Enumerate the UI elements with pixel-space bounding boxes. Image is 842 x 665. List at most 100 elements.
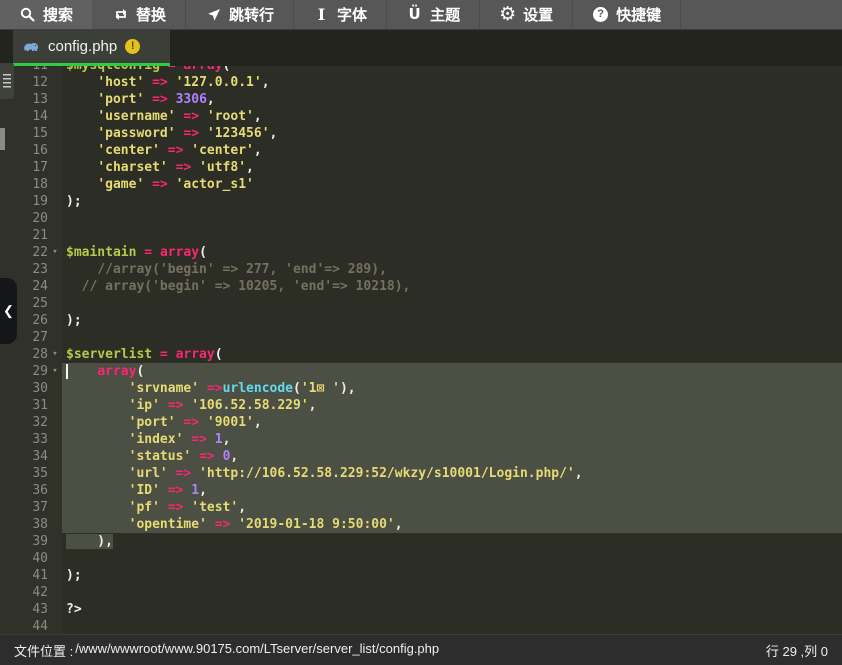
code-line[interactable]: 22▾$maintain = array( [0, 244, 842, 261]
code-token [168, 160, 176, 175]
line-number[interactable]: 23 [0, 261, 48, 278]
line-number[interactable]: 40 [0, 550, 48, 567]
line-number[interactable]: 39 [0, 533, 48, 550]
tab-config-php[interactable]: config.php ! [13, 29, 170, 66]
line-number[interactable]: 33 [0, 431, 48, 448]
code-text: 'index' => 1, [62, 431, 842, 448]
code-token [152, 347, 160, 362]
code-line[interactable]: 26); [0, 312, 842, 329]
code-line[interactable]: 24 // array('begin' => 10205, 'end'=> 10… [0, 278, 842, 295]
code-token [66, 415, 129, 430]
toolbar-item-settings[interactable]: ⚙设置 [480, 0, 573, 29]
code-token [144, 75, 152, 90]
toolbar-item-search[interactable]: 搜索 [0, 0, 93, 29]
line-number[interactable]: 17 [0, 159, 48, 176]
code-line[interactable]: 18 'game' => 'actor_s1' [0, 176, 842, 193]
code-token [168, 75, 176, 90]
line-number[interactable]: 34 [0, 448, 48, 465]
fold-icon[interactable]: ▾ [48, 363, 62, 380]
line-number[interactable]: 37 [0, 499, 48, 516]
code-line[interactable]: 36 'ID' => 1, [0, 482, 842, 499]
line-number[interactable]: 21 [0, 227, 48, 244]
code-line[interactable]: 42 [0, 584, 842, 601]
code-line[interactable]: 43?> [0, 601, 842, 618]
code-token [215, 449, 223, 464]
fold-icon[interactable]: ▾ [48, 244, 62, 261]
code-line[interactable]: 20 [0, 210, 842, 227]
code-line[interactable]: 19); [0, 193, 842, 210]
code-line[interactable]: 14 'username' => 'root', [0, 108, 842, 125]
code-token: 'actor_s1' [176, 177, 254, 192]
code-line[interactable]: 29▾ array( [0, 363, 842, 380]
line-number[interactable]: 20 [0, 210, 48, 227]
code-line[interactable]: 12 'host' => '127.0.0.1', [0, 74, 842, 91]
line-number[interactable]: 18 [0, 176, 48, 193]
code-token: , [223, 432, 231, 447]
code-token: 'opentime' [129, 517, 207, 532]
line-number[interactable]: 38 [0, 516, 48, 533]
code-line[interactable]: 41); [0, 567, 842, 584]
code-line[interactable]: 15 'password' => '123456', [0, 125, 842, 142]
line-number[interactable]: 22 [0, 244, 48, 261]
code-token: $serverlist [66, 347, 152, 362]
line-number[interactable]: 41 [0, 567, 48, 584]
code-line[interactable]: 13 'port' => 3306, [0, 91, 842, 108]
line-number[interactable]: 36 [0, 482, 48, 499]
code-token [207, 432, 215, 447]
code-line[interactable]: 37 'pf' => 'test', [0, 499, 842, 516]
code-token [66, 109, 97, 124]
line-number[interactable]: 15 [0, 125, 48, 142]
code-line[interactable]: 35 'url' => 'http://106.52.58.229:52/wkz… [0, 465, 842, 482]
toolbar-item-replace[interactable]: 替换 [93, 0, 186, 29]
code-text [62, 329, 842, 346]
line-number[interactable]: 35 [0, 465, 48, 482]
code-line[interactable]: 38 'opentime' => '2019-01-18 9:50:00', [0, 516, 842, 533]
text-cursor [66, 364, 68, 379]
code-token: 'game' [97, 177, 144, 192]
line-number[interactable]: 30 [0, 380, 48, 397]
line-number[interactable]: 19 [0, 193, 48, 210]
code-line[interactable]: 21 [0, 227, 842, 244]
code-line[interactable]: 17 'charset' => 'utf8', [0, 159, 842, 176]
line-number[interactable]: 16 [0, 142, 48, 159]
code-editor[interactable]: 11$mysqlconfig = array(12 'host' => '127… [0, 29, 842, 634]
code-line[interactable]: 27 [0, 329, 842, 346]
code-line[interactable]: 30 'srvname' =>urlencode('1⊠ '), [0, 380, 842, 397]
line-number[interactable]: 14 [0, 108, 48, 125]
line-number[interactable]: 43 [0, 601, 48, 618]
code-line[interactable]: 31 'ip' => '106.52.58.229', [0, 397, 842, 414]
code-token: , [395, 517, 403, 532]
file-tree-tab[interactable] [0, 63, 14, 99]
code-line[interactable]: 33 'index' => 1, [0, 431, 842, 448]
code-line[interactable]: 39 ), [0, 533, 842, 550]
code-token: 'port' [129, 415, 176, 430]
code-text: // array('begin' => 10205, 'end'=> 10218… [62, 278, 842, 295]
line-number[interactable]: 28 [0, 346, 48, 363]
line-number[interactable]: 32 [0, 414, 48, 431]
code-line[interactable]: 16 'center' => 'center', [0, 142, 842, 159]
code-token: ); [66, 313, 82, 328]
line-number[interactable]: 31 [0, 397, 48, 414]
code-line[interactable]: 34 'status' => 0, [0, 448, 842, 465]
code-text: ), [62, 533, 842, 550]
line-number[interactable]: 29 [0, 363, 48, 380]
code-line[interactable]: 44 [0, 618, 842, 634]
code-line[interactable]: 40 [0, 550, 842, 567]
code-line[interactable]: 23 //array('begin' => 277, 'end'=> 289), [0, 261, 842, 278]
toolbar-item-hotkeys[interactable]: ?快捷键 [573, 0, 681, 29]
line-number[interactable]: 42 [0, 584, 48, 601]
file-path: /www/wwwroot/www.90175.com/LTserver/serv… [75, 641, 439, 660]
toolbar-item-font[interactable]: I字体 [294, 0, 387, 29]
code-line[interactable]: 28▾$serverlist = array( [0, 346, 842, 363]
code-line[interactable]: 25 [0, 295, 842, 312]
code-token [66, 279, 82, 294]
code-text: //array('begin' => 277, 'end'=> 289), [62, 261, 842, 278]
code-token [66, 160, 97, 175]
code-line[interactable]: 32 'port' => '9001', [0, 414, 842, 431]
fold-icon[interactable]: ▾ [48, 346, 62, 363]
line-number[interactable]: 44 [0, 618, 48, 634]
search-icon [19, 6, 36, 23]
toolbar-item-theme[interactable]: Ü主题 [387, 0, 480, 29]
sidebar-collapse-handle[interactable]: ❮ [0, 278, 17, 344]
toolbar-item-gotoline[interactable]: 跳转行 [186, 0, 294, 29]
